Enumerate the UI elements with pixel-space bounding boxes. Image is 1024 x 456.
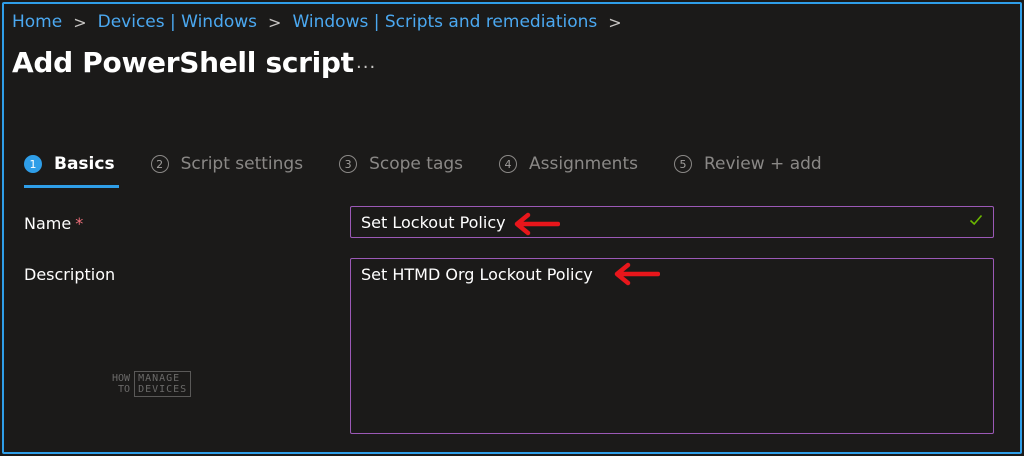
name-input[interactable]: Set Lockout Policy: [350, 206, 994, 238]
step-label-script-settings: Script settings: [180, 154, 304, 174]
page-title: Add PowerShell script: [12, 46, 354, 79]
tab-review-add[interactable]: 5 Review + add: [673, 154, 822, 174]
step-number-4: 4: [499, 155, 518, 173]
step-number-5: 5: [673, 155, 692, 173]
step-number-2: 2: [150, 155, 169, 173]
wizard-steps: 1 Basics 2 Script settings 3 Scope tags …: [24, 154, 858, 188]
logo-how: HOW: [112, 373, 131, 384]
tab-assignments[interactable]: 4 Assignments: [499, 154, 638, 174]
name-label-text: Name: [24, 214, 72, 233]
step-number-1: 1: [24, 155, 42, 173]
description-textarea[interactable]: Set HTMD Org Lockout Policy: [350, 258, 994, 434]
name-label: Name *: [24, 214, 83, 233]
watermark-logo: HOW TO MANAGE DEVICES: [112, 371, 192, 397]
step-label-scope-tags: Scope tags: [369, 154, 464, 174]
red-arrow-icon: [514, 212, 560, 236]
name-input-value: Set Lockout Policy: [361, 213, 506, 232]
chevron-right-icon: >: [73, 12, 87, 32]
logo-to: TO: [118, 384, 131, 395]
logo-manage: MANAGE: [138, 373, 181, 384]
breadcrumb-devices-windows[interactable]: Devices | Windows: [98, 12, 257, 32]
chevron-right-icon: >: [268, 12, 282, 32]
step-number-3: 3: [339, 155, 358, 173]
red-arrow-icon: [614, 262, 660, 286]
tab-basics[interactable]: 1 Basics: [24, 154, 119, 188]
screenshot-frame: Home > Devices | Windows > Windows | Scr…: [2, 2, 1022, 454]
tab-scope-tags[interactable]: 3 Scope tags: [339, 154, 463, 174]
description-label: Description: [24, 265, 116, 284]
breadcrumb-home[interactable]: Home: [12, 12, 62, 32]
step-label-review-add: Review + add: [703, 154, 822, 174]
check-icon: [969, 214, 983, 226]
step-label-basics: Basics: [54, 154, 115, 174]
chevron-right-icon: >: [608, 12, 622, 32]
description-value: Set HTMD Org Lockout Policy: [361, 265, 593, 284]
tab-script-settings[interactable]: 2 Script settings: [150, 154, 304, 174]
step-label-assignments: Assignments: [529, 154, 638, 174]
required-marker: *: [75, 214, 84, 233]
logo-devices: DEVICES: [138, 384, 188, 395]
breadcrumb: Home > Devices | Windows > Windows | Scr…: [12, 12, 633, 32]
more-options-button[interactable]: ...: [356, 52, 376, 73]
breadcrumb-scripts-remediations[interactable]: Windows | Scripts and remediations: [292, 12, 597, 32]
